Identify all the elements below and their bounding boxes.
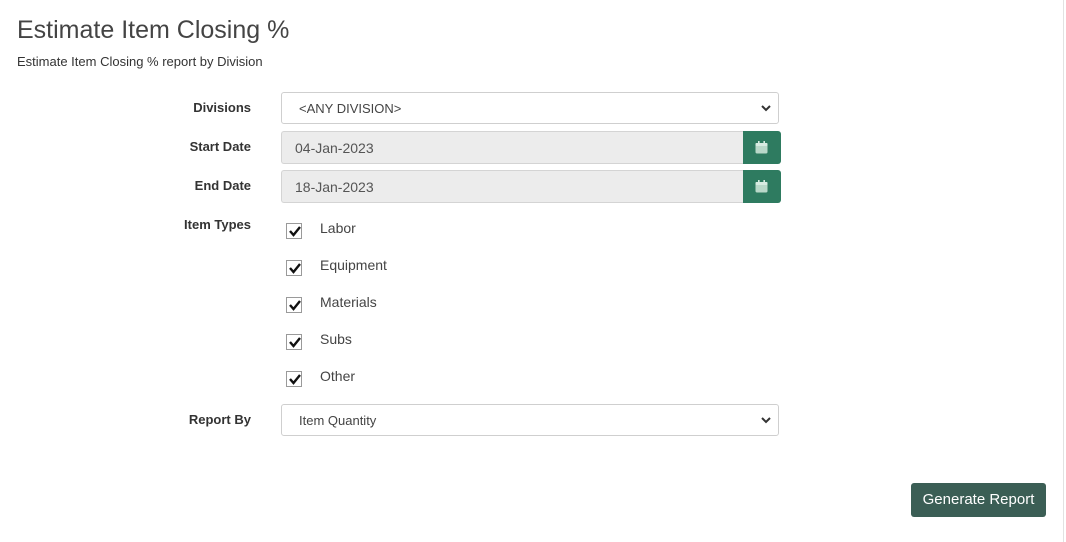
report-by-label: Report By: [188, 412, 251, 427]
labor-checkbox[interactable]: [286, 223, 302, 239]
divisions-selected-value: <ANY DIVISION>: [299, 101, 402, 116]
chevron-down-icon: [761, 105, 771, 112]
page-right-border: [1063, 0, 1064, 542]
other-checkbox[interactable]: [286, 371, 302, 387]
item-types-label: Item Types: [184, 217, 251, 232]
start-date-calendar-button[interactable]: [743, 131, 781, 164]
checkmark-icon: [289, 226, 301, 237]
report-by-selected-value: Item Quantity: [299, 413, 377, 428]
divisions-select[interactable]: <ANY DIVISION>: [281, 92, 779, 124]
start-date-label: Start Date: [189, 139, 251, 154]
generate-report-button[interactable]: Generate Report: [911, 483, 1046, 517]
page-subtitle: Estimate Item Closing % report by Divisi…: [17, 54, 263, 69]
checkmark-icon: [289, 374, 301, 385]
chevron-down-icon: [761, 417, 771, 424]
end-date-label: End Date: [194, 178, 251, 193]
materials-label: Materials: [320, 294, 377, 310]
page-title: Estimate Item Closing %: [17, 16, 290, 44]
other-label: Other: [320, 368, 356, 384]
report-by-select[interactable]: Item Quantity: [281, 404, 779, 436]
end-date-value: 18-Jan-2023: [295, 179, 374, 195]
start-date-value: 04-Jan-2023: [295, 140, 374, 156]
equipment-label: Equipment: [320, 257, 387, 273]
report-page: Estimate Item Closing % Estimate Item Cl…: [0, 0, 1066, 542]
checkmark-icon: [289, 263, 301, 274]
checkmark-icon: [289, 337, 301, 348]
calendar-icon: [755, 141, 768, 154]
checkmark-icon: [289, 300, 301, 311]
subs-label: Subs: [320, 331, 352, 347]
labor-label: Labor: [320, 220, 356, 236]
start-date-input[interactable]: 04-Jan-2023: [281, 131, 744, 164]
calendar-icon: [755, 180, 768, 193]
equipment-checkbox[interactable]: [286, 260, 302, 276]
end-date-input[interactable]: 18-Jan-2023: [281, 170, 744, 203]
materials-checkbox[interactable]: [286, 297, 302, 313]
end-date-calendar-button[interactable]: [743, 170, 781, 203]
subs-checkbox[interactable]: [286, 334, 302, 350]
divisions-label: Divisions: [193, 100, 251, 115]
